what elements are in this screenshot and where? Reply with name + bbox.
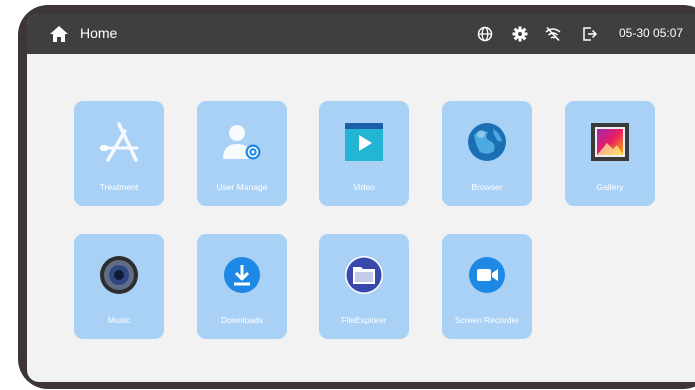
app-downloads[interactable]: Downloads bbox=[197, 234, 287, 339]
globe-browser-icon bbox=[468, 123, 506, 161]
app-label: Treatment bbox=[99, 182, 139, 192]
app-label: Gallery bbox=[596, 182, 624, 192]
app-video[interactable]: Video bbox=[319, 101, 409, 206]
user-settings-icon bbox=[223, 125, 261, 160]
app-browser[interactable]: Browser bbox=[442, 101, 532, 206]
clock: 05-30 05:07 bbox=[619, 26, 684, 40]
home-icon[interactable] bbox=[50, 26, 68, 42]
home-screen: Home 05-30 05:07 Treatment User Manage V… bbox=[27, 14, 695, 382]
app-label: Video bbox=[353, 182, 375, 192]
app-treatment[interactable]: Treatment bbox=[74, 101, 164, 206]
app-gallery[interactable]: Gallery bbox=[565, 101, 655, 206]
app-label: Music bbox=[107, 315, 131, 325]
app-screen-recorder[interactable]: Screen Recorder bbox=[442, 234, 532, 339]
app-label: FileExplorer bbox=[341, 315, 387, 325]
app-fileexplorer[interactable]: FileExplorer bbox=[319, 234, 409, 339]
app-label: User Manage bbox=[216, 182, 268, 192]
status-bar: Home 05-30 05:07 bbox=[27, 14, 695, 54]
speaker-icon bbox=[100, 256, 138, 294]
gear-icon[interactable] bbox=[512, 26, 528, 42]
video-play-icon bbox=[345, 123, 383, 161]
app-label: Screen Recorder bbox=[454, 315, 520, 325]
logout-icon[interactable] bbox=[582, 26, 598, 42]
globe-icon[interactable] bbox=[477, 26, 493, 42]
app-music[interactable]: Music bbox=[74, 234, 164, 339]
app-user-manage[interactable]: User Manage bbox=[197, 101, 287, 206]
page-title: Home bbox=[80, 25, 118, 41]
app-label: Downloads bbox=[220, 315, 264, 325]
wifi-off-icon[interactable] bbox=[545, 26, 561, 42]
app-store-icon bbox=[99, 122, 139, 162]
camera-icon bbox=[469, 257, 505, 293]
folder-icon bbox=[345, 256, 383, 294]
picture-icon bbox=[591, 123, 629, 161]
app-label: Browser bbox=[471, 182, 503, 192]
download-icon bbox=[224, 257, 260, 293]
